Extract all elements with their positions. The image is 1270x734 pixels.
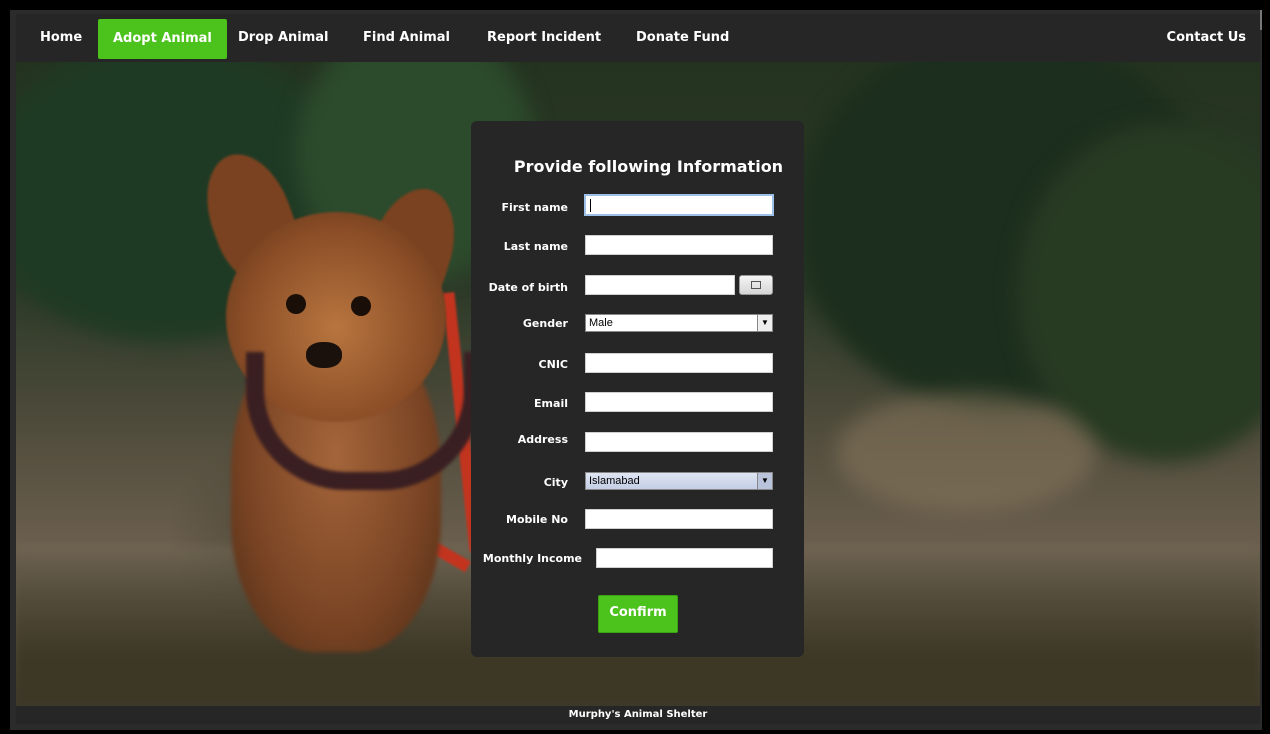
nav-contact-us[interactable]: Contact Us <box>1155 14 1258 62</box>
city-select[interactable]: Islamabad ▼ <box>585 472 773 490</box>
nav-drop-animal[interactable]: Drop Animal <box>226 14 341 62</box>
mobile-input[interactable] <box>585 509 773 529</box>
adoption-form-card: Provide following Information First name… <box>471 121 804 657</box>
dropdown-arrow-icon: ▼ <box>757 315 772 331</box>
footer: Murphy's Animal Shelter <box>16 706 1260 724</box>
footer-text: Murphy's Animal Shelter <box>568 709 708 720</box>
gender-label: Gender <box>522 317 568 330</box>
address-input[interactable] <box>585 432 773 452</box>
city-selected-value: Islamabad <box>589 475 640 487</box>
nav-donate-fund[interactable]: Donate Fund <box>624 14 741 62</box>
monthly-income-input[interactable] <box>596 548 773 568</box>
cnic-label: CNIC <box>538 358 568 371</box>
confirm-button[interactable]: Confirm <box>598 595 678 633</box>
nav-report-incident[interactable]: Report Incident <box>475 14 613 62</box>
form-title: Provide following Information <box>513 157 784 176</box>
first-name-label: First name <box>501 201 568 214</box>
first-name-input[interactable] <box>584 194 774 216</box>
monthly-income-label: Monthly Income <box>482 552 582 565</box>
last-name-input[interactable] <box>585 235 773 255</box>
calendar-button[interactable] <box>739 275 773 295</box>
email-label: Email <box>534 397 568 410</box>
dob-input[interactable] <box>585 275 735 295</box>
gender-select[interactable]: Male ▼ <box>585 314 773 332</box>
calendar-icon <box>751 281 761 289</box>
last-name-label: Last name <box>503 240 568 253</box>
email-input[interactable] <box>585 392 773 412</box>
dob-label: Date of birth <box>488 281 568 294</box>
nav-bar: Home Adopt Animal Drop Animal Find Anima… <box>16 14 1260 62</box>
window-scrollbar[interactable] <box>1260 10 1262 30</box>
gender-selected-value: Male <box>589 317 613 329</box>
app-window: Home Adopt Animal Drop Animal Find Anima… <box>10 10 1262 730</box>
nav-find-animal[interactable]: Find Animal <box>351 14 462 62</box>
nav-home[interactable]: Home <box>28 14 94 62</box>
cnic-input[interactable] <box>585 353 773 373</box>
nav-adopt-animal[interactable]: Adopt Animal <box>98 19 227 59</box>
city-label: City <box>543 476 568 489</box>
mobile-label: Mobile No <box>506 513 568 526</box>
address-label: Address <box>517 433 568 446</box>
dropdown-arrow-icon: ▼ <box>757 473 772 489</box>
